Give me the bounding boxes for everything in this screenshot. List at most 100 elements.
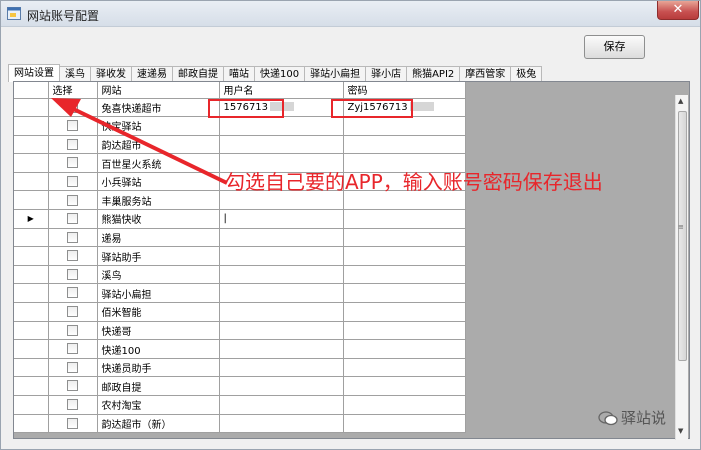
site-cell[interactable]: 农村淘宝	[97, 395, 220, 415]
site-cell[interactable]: 小兵驿站	[97, 172, 220, 192]
table-row[interactable]: 快递哥	[14, 321, 466, 341]
select-checkbox[interactable]	[67, 157, 78, 169]
select-checkbox[interactable]	[67, 324, 78, 336]
username-cell[interactable]	[219, 321, 344, 341]
select-checkbox[interactable]	[67, 213, 78, 225]
tab-xiniao[interactable]: 溪鸟	[59, 66, 91, 82]
select-checkbox[interactable]	[67, 268, 78, 280]
username-cell[interactable]	[219, 395, 344, 415]
row-header[interactable]	[14, 98, 49, 118]
tab-yishoufa[interactable]: 驿收发	[90, 66, 132, 82]
site-cell[interactable]: 兔喜快递超市	[97, 98, 220, 118]
select-checkbox[interactable]	[67, 380, 78, 392]
username-cell[interactable]	[219, 135, 344, 155]
row-header[interactable]	[14, 302, 49, 322]
row-header[interactable]	[14, 265, 49, 285]
password-cell[interactable]	[343, 135, 466, 155]
table-row[interactable]: 快递100	[14, 339, 466, 359]
row-header[interactable]	[14, 172, 49, 192]
column-header-select[interactable]: 选择	[48, 82, 98, 99]
vertical-scrollbar[interactable]: ▲ ≡ ▼	[675, 95, 688, 440]
tab-jitu[interactable]: 极兔	[510, 66, 543, 82]
row-header[interactable]	[14, 376, 49, 396]
tab-sudiyi[interactable]: 速递易	[131, 66, 173, 82]
select-checkbox[interactable]	[67, 138, 78, 150]
table-row[interactable]: 农村淘宝	[14, 395, 466, 415]
select-checkbox[interactable]	[67, 231, 78, 243]
password-cell[interactable]	[343, 246, 466, 266]
row-header[interactable]	[14, 358, 49, 378]
table-row[interactable]: 佰米智能	[14, 302, 466, 322]
site-cell[interactable]: 快递100	[97, 339, 220, 359]
username-cell[interactable]	[219, 302, 344, 322]
site-cell[interactable]: 韵达超市	[97, 135, 220, 155]
site-cell[interactable]: 驿站助手	[97, 246, 220, 266]
username-cell[interactable]	[219, 246, 344, 266]
username-cell[interactable]	[219, 339, 344, 359]
site-cell[interactable]: 驿站小扁担	[97, 283, 220, 304]
tab-yixiaodian[interactable]: 驿小店	[365, 66, 408, 82]
table-row[interactable]: 韵达超市（新）	[14, 414, 466, 434]
select-checkbox[interactable]	[67, 361, 78, 373]
site-cell[interactable]: 韵达超市（新）	[97, 414, 220, 434]
username-cell[interactable]	[219, 358, 344, 378]
row-header[interactable]	[14, 246, 49, 266]
password-cell[interactable]	[343, 321, 466, 341]
username-cell[interactable]	[219, 228, 344, 248]
password-cell[interactable]	[343, 302, 466, 322]
select-checkbox[interactable]	[67, 175, 78, 187]
password-cell[interactable]	[343, 358, 466, 378]
scrollbar-thumb[interactable]	[678, 111, 687, 361]
row-header[interactable]	[14, 116, 49, 136]
row-header[interactable]	[14, 228, 49, 248]
scroll-down-arrow-icon[interactable]: ▼	[678, 427, 683, 435]
select-checkbox[interactable]	[67, 250, 78, 262]
table-row[interactable]: 快宝驿站	[14, 116, 466, 136]
password-cell[interactable]	[343, 339, 466, 359]
password-cell[interactable]	[343, 395, 466, 415]
table-row[interactable]: 韵达超市	[14, 135, 466, 155]
column-header-site[interactable]: 网站	[97, 82, 220, 99]
site-cell[interactable]: 快宝驿站	[97, 116, 220, 136]
column-header-username[interactable]: 用户名	[219, 82, 344, 99]
select-checkbox[interactable]	[67, 194, 78, 206]
select-checkbox[interactable]	[67, 101, 78, 113]
username-cell[interactable]: |	[219, 209, 344, 229]
select-checkbox[interactable]	[67, 343, 78, 355]
password-cell[interactable]	[343, 414, 466, 434]
username-cell[interactable]	[219, 414, 344, 434]
site-cell[interactable]: 熊猫快收	[97, 209, 220, 229]
tab-miaozhan[interactable]: 喵站	[223, 66, 255, 82]
row-header[interactable]	[14, 395, 49, 415]
select-checkbox[interactable]	[67, 306, 78, 318]
password-cell[interactable]	[343, 116, 466, 136]
site-cell[interactable]: 快递哥	[97, 321, 220, 341]
password-cell[interactable]	[343, 228, 466, 248]
password-cell[interactable]	[343, 376, 466, 396]
tab-moxi[interactable]: 摩西管家	[459, 66, 512, 82]
close-button[interactable]: ✕	[657, 1, 699, 20]
tab-kuaidi100[interactable]: 快递100	[254, 66, 306, 82]
tab-post-pickup[interactable]: 邮政自提	[172, 66, 224, 82]
table-row[interactable]: 递易	[14, 228, 466, 248]
row-header[interactable]	[14, 135, 49, 155]
site-cell[interactable]: 丰巢服务站	[97, 190, 220, 211]
select-checkbox[interactable]	[67, 417, 78, 429]
row-pointer-icon[interactable]: ▶	[14, 209, 49, 229]
table-row[interactable]: 驿站小扁担	[14, 283, 466, 304]
password-cell[interactable]	[343, 209, 466, 229]
table-row[interactable]: ▶ 熊猫快收 |	[14, 209, 466, 229]
row-header[interactable]	[14, 414, 49, 434]
site-cell[interactable]: 递易	[97, 228, 220, 248]
site-cell[interactable]: 快递员助手	[97, 358, 220, 378]
username-cell[interactable]	[219, 376, 344, 396]
tab-xiongmao-api2[interactable]: 熊猫API2	[406, 66, 461, 82]
scroll-up-arrow-icon[interactable]: ▲	[678, 97, 683, 105]
select-checkbox[interactable]	[67, 287, 78, 299]
row-header[interactable]	[14, 321, 49, 341]
username-cell[interactable]	[219, 283, 344, 304]
table-row[interactable]: 邮政自提	[14, 376, 466, 396]
row-header[interactable]	[14, 153, 49, 173]
select-checkbox[interactable]	[67, 120, 78, 132]
column-header-password[interactable]: 密码	[343, 82, 466, 99]
